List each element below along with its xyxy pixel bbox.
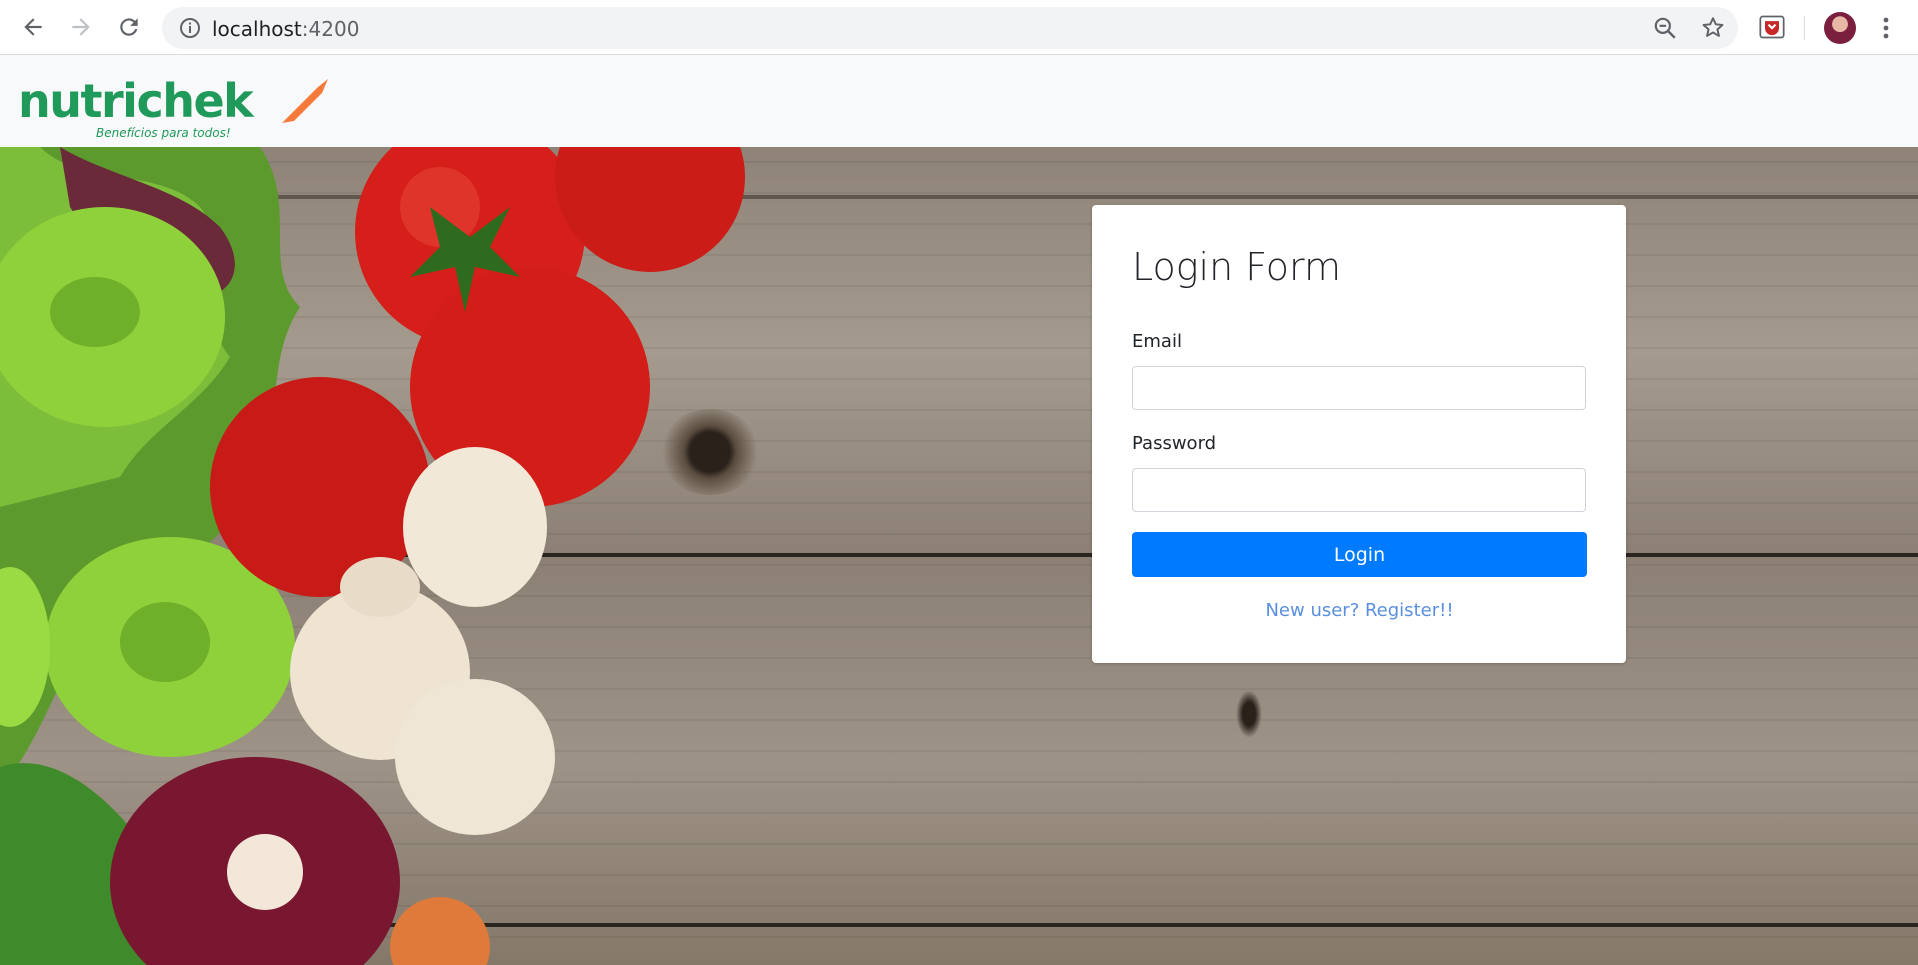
password-label: Password	[1132, 433, 1217, 454]
url-host: localhost	[212, 17, 302, 41]
email-field[interactable]	[1132, 366, 1586, 410]
reload-icon[interactable]	[112, 10, 146, 44]
hero-background: Login Form Email Password Login New user…	[0, 147, 1918, 965]
url-text: localhost:4200	[212, 17, 359, 41]
brand-tagline: Benefícios para todos!	[96, 126, 231, 140]
extension-icon[interactable]	[1758, 13, 1786, 41]
login-button[interactable]: Login	[1132, 532, 1587, 577]
brand-swoosh	[282, 79, 328, 123]
brand-name: nutrichek	[18, 74, 255, 128]
url-port: :4200	[301, 17, 360, 41]
profile-avatar[interactable]	[1824, 12, 1856, 44]
zoom-out-icon[interactable]	[1652, 15, 1678, 41]
browser-toolbar: localhost:4200	[0, 0, 1918, 55]
back-arrow-icon[interactable]	[16, 10, 50, 44]
forward-arrow-icon[interactable]	[64, 10, 98, 44]
wood-knot	[1236, 690, 1262, 738]
toolbar-divider	[1804, 16, 1805, 40]
brand-logo[interactable]: nutrichek Benefícios para todos!	[18, 71, 328, 141]
menu-dots-icon[interactable]	[1876, 12, 1896, 44]
info-icon[interactable]	[178, 16, 202, 40]
email-label: Email	[1132, 331, 1182, 352]
register-link[interactable]: New user? Register!!	[1132, 600, 1587, 621]
login-card: Login Form Email Password Login New user…	[1092, 205, 1626, 663]
password-field[interactable]	[1132, 468, 1586, 512]
login-title: Login Form	[1132, 245, 1341, 289]
vegetables-image	[0, 147, 745, 965]
address-bar[interactable]: localhost:4200	[162, 7, 1738, 49]
star-icon[interactable]	[1700, 15, 1726, 41]
app-navbar: nutrichek Benefícios para todos!	[0, 55, 1918, 147]
